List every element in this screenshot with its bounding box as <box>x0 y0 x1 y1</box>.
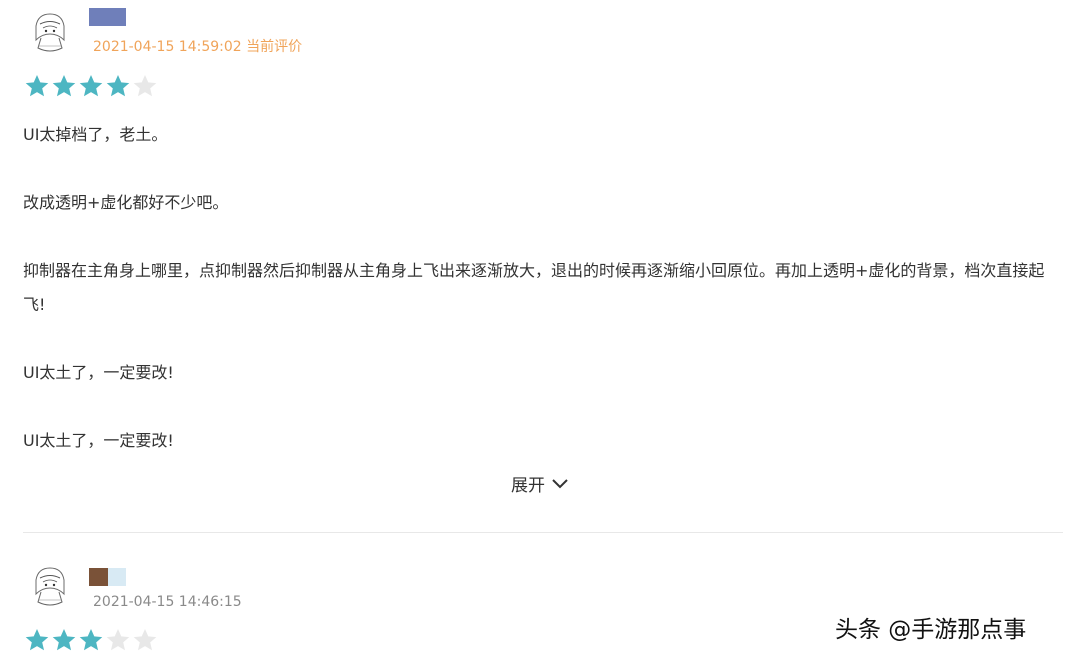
review-meta: 2021-04-15 14:46:15 <box>93 594 242 610</box>
star-icon <box>106 628 130 651</box>
review-paragraph: UI太土了，一定要改! <box>23 363 174 382</box>
star-icon <box>79 628 103 651</box>
username-redacted <box>89 568 126 586</box>
star-rating <box>24 73 158 99</box>
divider <box>23 532 1063 533</box>
review-body: UI太掉档了，老土。 改成透明+虚化都好不少吧。 抑制器在主角身上哪里，点抑制器… <box>23 118 1058 492</box>
avatar[interactable] <box>30 10 70 54</box>
review-paragraph: UI太掉档了，老土。 <box>23 125 168 144</box>
star-icon <box>79 74 103 97</box>
avatar-icon <box>35 13 65 52</box>
review-meta: 2021-04-15 14:59:02 当前评价 <box>93 39 303 55</box>
star-icon <box>25 74 49 97</box>
star-icon <box>106 74 130 97</box>
review-paragraph: 抑制器在主角身上哪里，点抑制器然后抑制器从主角身上飞出来逐渐放大，退出的时候再逐… <box>23 261 1045 314</box>
star-icon <box>52 628 76 651</box>
review-item: 2021-04-15 14:59:02 当前评价 UI太掉档了，老土。 改成透明… <box>0 0 1080 532</box>
star-icon <box>133 74 157 97</box>
username-block-segment <box>89 568 108 586</box>
expand-button[interactable]: 展开 <box>511 471 569 496</box>
review-paragraph: 改成透明+虚化都好不少吧。 <box>23 193 229 212</box>
chevron-down-icon <box>552 478 568 488</box>
expand-label: 展开 <box>511 476 545 496</box>
review-paragraph: UI太土了，一定要改! <box>23 431 174 450</box>
username-block-segment <box>108 568 126 586</box>
star-rating <box>24 627 158 653</box>
star-icon <box>25 628 49 651</box>
star-icon <box>133 628 157 651</box>
avatar-icon <box>35 567 65 606</box>
star-icon <box>52 74 76 97</box>
avatar[interactable] <box>30 564 70 608</box>
watermark: 头条 @手游那点事 <box>835 617 1027 643</box>
username-block-segment <box>89 8 126 26</box>
username-redacted <box>89 8 126 26</box>
